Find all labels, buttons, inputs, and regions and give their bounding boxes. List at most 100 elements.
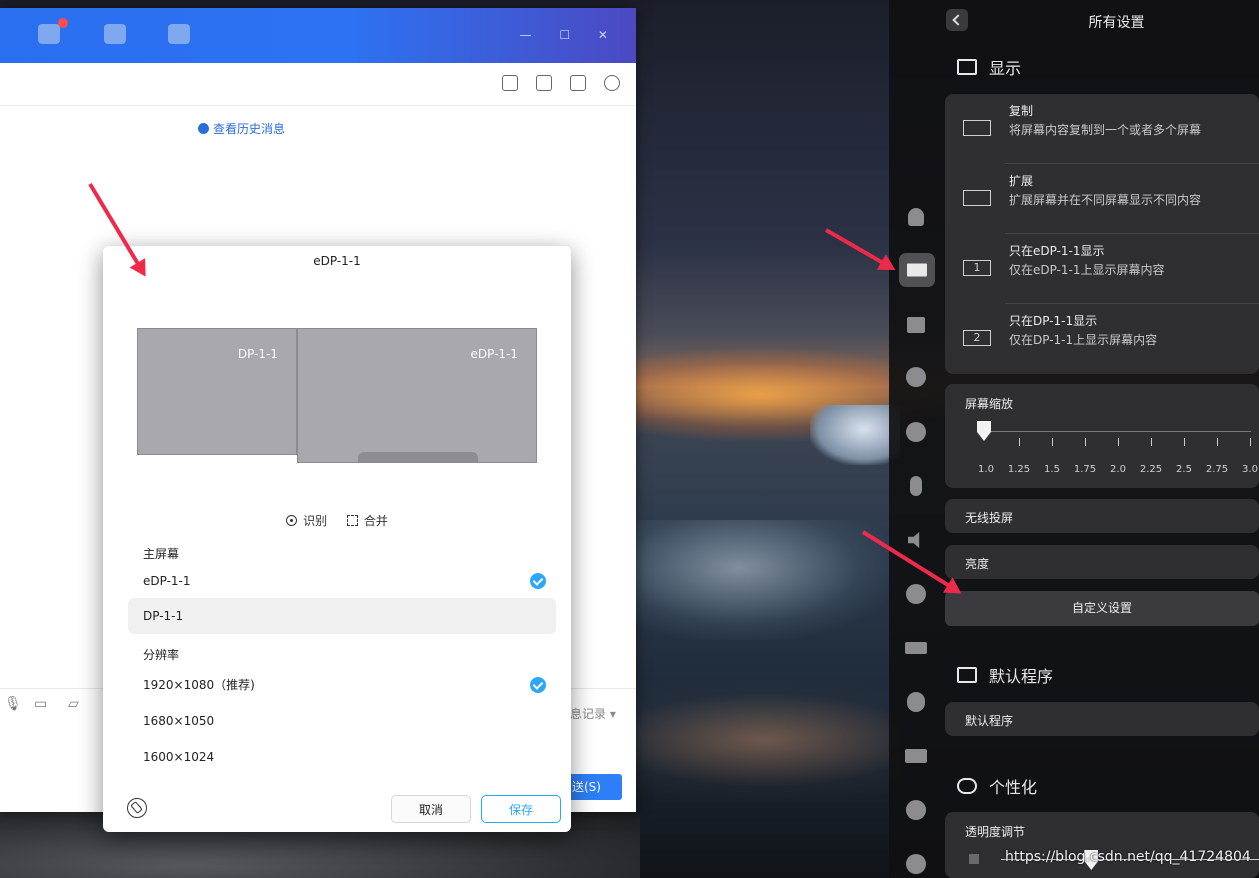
mode-duplicate[interactable]: 复制 将屏幕内容复制到一个或者多个屏幕 <box>945 94 1259 164</box>
save-button[interactable]: 保存 <box>481 795 561 823</box>
settings-panel: 所有设置 显示 复制 将屏幕内容复制到一个或者多个屏幕 扩展 扩展屏幕并在不同屏… <box>889 0 1259 878</box>
display-icon[interactable] <box>899 253 935 287</box>
mode-desc: 扩展屏幕并在不同屏幕显示不同内容 <box>1009 193 1202 207</box>
default-apps-row-label: 默认程序 <box>965 714 1014 728</box>
palette-icon <box>957 778 977 794</box>
mode-only-edp[interactable]: 1 只在eDP-1-1显示 仅在eDP-1-1上显示屏幕内容 <box>945 234 1259 304</box>
update-icon[interactable] <box>905 799 927 821</box>
phone-icon[interactable] <box>536 75 552 91</box>
settings-title: 所有设置 <box>1088 15 1145 31</box>
default-apps-icon[interactable] <box>905 314 927 336</box>
mode-only-dp[interactable]: 2 只在DP-1-1显示 仅在DP-1-1上显示屏幕内容 <box>945 304 1259 374</box>
merge-button[interactable]: 合并 <box>346 512 388 529</box>
scale-tick <box>1151 438 1152 446</box>
monitor-label: DP-1-1 <box>237 347 278 361</box>
scale-slider-thumb[interactable] <box>977 421 991 441</box>
mode-title: 复制 <box>1009 104 1034 118</box>
merge-icon <box>346 515 358 526</box>
merge-label: 合并 <box>363 514 388 528</box>
files-icon[interactable] <box>168 24 190 44</box>
wallpaper-snow <box>635 520 895 640</box>
scale-title: 屏幕缩放 <box>965 397 1014 411</box>
dialog-actions: 识别 合并 <box>103 512 571 529</box>
add-member-icon[interactable] <box>570 75 586 91</box>
scale-tick <box>1217 438 1218 446</box>
mode-desc: 将屏幕内容复制到一个或者多个屏幕 <box>1009 123 1202 137</box>
identify-button[interactable]: 识别 <box>286 512 327 529</box>
mouse-icon[interactable] <box>905 691 927 713</box>
rotate-screen-button[interactable] <box>127 798 147 818</box>
brightness-label: 亮度 <box>965 557 990 571</box>
message-record-link[interactable]: 息记录 ▾ <box>570 705 616 722</box>
datetime-icon[interactable] <box>905 583 927 605</box>
network-icon[interactable] <box>905 421 927 443</box>
scale-value-label: 2.75 <box>1205 464 1229 475</box>
image-icon[interactable]: ▭ <box>34 696 47 712</box>
unread-badge <box>58 18 68 28</box>
mode-extend[interactable]: 扩展 扩展屏幕并在不同屏幕显示不同内容 <box>945 164 1259 234</box>
monitor-dp-1-1[interactable]: DP-1-1 <box>137 328 297 455</box>
primary-option-edp[interactable]: eDP-1-1 <box>128 563 556 599</box>
extend-screen-icon <box>963 190 991 206</box>
folder-icon[interactable]: ▱ <box>68 696 79 712</box>
resolution-option-1600[interactable]: 1600×1024 <box>128 739 556 775</box>
wireless-cast-row[interactable]: 无线投屏 <box>945 499 1259 533</box>
personalization-section-label: 个性化 <box>989 778 1038 797</box>
monitor-dock-indicator <box>358 452 478 462</box>
keyboard-icon[interactable] <box>905 745 927 767</box>
monitor-edp-1-1[interactable]: eDP-1-1 <box>297 328 537 463</box>
display-mode-card: 复制 将屏幕内容复制到一个或者多个屏幕 扩展 扩展屏幕并在不同屏幕显示不同内容 … <box>945 94 1259 374</box>
personalization-icon[interactable] <box>905 366 927 388</box>
sound-icon[interactable] <box>905 529 927 551</box>
option-label: 1920×1080（推荐) <box>143 678 255 692</box>
bluetooth-icon[interactable] <box>905 475 927 497</box>
microphone-icon[interactable]: 🎙 <box>4 696 22 712</box>
display-section-heading: 显示 <box>957 55 1021 79</box>
resolution-option-1920[interactable]: 1920×1080（推荐) <box>128 667 556 703</box>
cancel-button[interactable]: 取消 <box>391 795 471 823</box>
watermark-url: https://blog.csdn.net/qq_41724804 <box>1005 849 1251 865</box>
custom-settings-button[interactable]: 自定义设置 <box>945 591 1259 626</box>
calendar-check-icon <box>957 667 977 683</box>
default-apps-row[interactable]: 默认程序 <box>945 702 1259 736</box>
chat-header: — ☐ ✕ <box>0 8 636 63</box>
scale-value-label: 3.0 <box>1242 464 1258 475</box>
mode-desc: 仅在eDP-1-1上显示屏幕内容 <box>1009 263 1165 277</box>
clock-icon <box>198 123 209 134</box>
option-label: DP-1-1 <box>143 609 184 623</box>
power-icon[interactable] <box>905 637 927 659</box>
mode-desc: 仅在DP-1-1上显示屏幕内容 <box>1009 333 1158 347</box>
window-controls[interactable]: — ☐ ✕ <box>520 28 620 42</box>
scale-tick <box>1118 438 1119 446</box>
contacts-icon[interactable] <box>104 24 126 44</box>
info-icon[interactable] <box>905 853 927 875</box>
accounts-icon[interactable] <box>905 206 927 228</box>
checkmark-icon <box>530 573 546 589</box>
resolution-option-1680[interactable]: 1680×1050 <box>128 703 556 739</box>
settings-icon[interactable] <box>604 75 620 91</box>
primary-option-dp[interactable]: DP-1-1 <box>128 598 556 634</box>
monitor-label: eDP-1-1 <box>470 347 518 361</box>
transparency-low-icon <box>969 854 979 864</box>
send-button[interactable]: 送(S) <box>568 774 622 800</box>
personalization-heading: 个性化 <box>957 774 1037 798</box>
option-label: 1600×1024 <box>143 750 215 764</box>
screen-share-icon[interactable] <box>502 75 518 91</box>
scale-value-label: 2.0 <box>1110 464 1126 475</box>
messages-icon[interactable] <box>38 24 60 44</box>
identify-label: 识别 <box>303 514 328 528</box>
screen-2-icon: 2 <box>963 330 991 346</box>
settings-header: 所有设置 <box>889 0 1259 40</box>
option-label: eDP-1-1 <box>143 574 191 588</box>
wallpaper-ice <box>810 405 900 465</box>
history-link[interactable]: 查看历史消息 <box>198 120 285 137</box>
default-apps-heading: 默认程序 <box>957 663 1053 687</box>
scale-tick <box>1250 438 1251 446</box>
scale-value-label: 1.75 <box>1073 464 1097 475</box>
scale-value-label: 2.5 <box>1176 464 1192 475</box>
mode-title: 扩展 <box>1009 174 1034 188</box>
scale-value-label: 1.5 <box>1044 464 1060 475</box>
scale-slider-track[interactable] <box>985 431 1251 432</box>
scale-value-label: 1.25 <box>1007 464 1031 475</box>
brightness-row[interactable]: 亮度 <box>945 545 1259 579</box>
